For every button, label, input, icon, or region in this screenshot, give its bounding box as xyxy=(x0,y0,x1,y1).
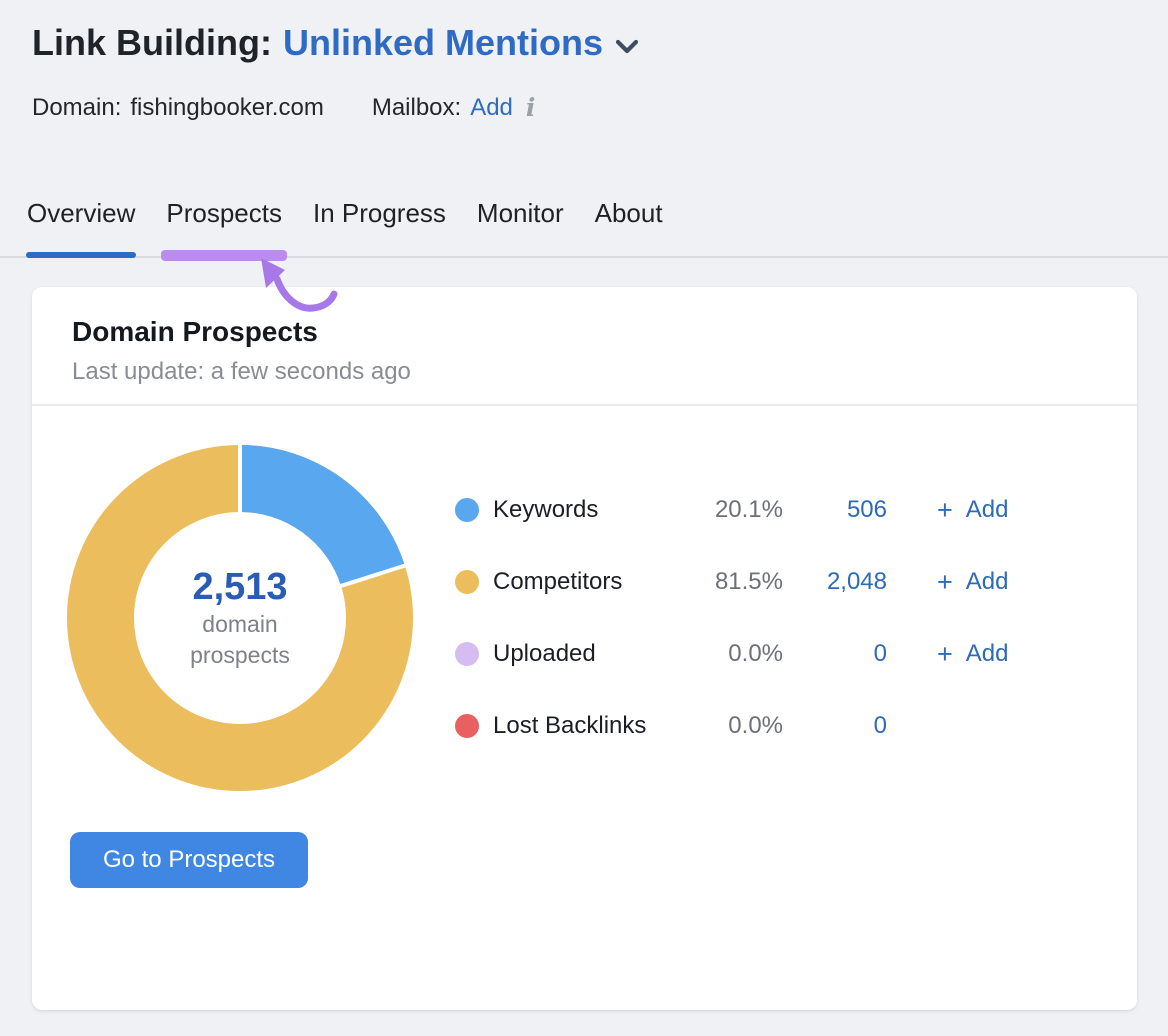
info-icon[interactable]: i xyxy=(526,92,536,124)
legend-label: Keywords xyxy=(493,496,598,524)
report-type-dropdown[interactable]: Unlinked Mentions xyxy=(283,20,639,66)
tab-monitor[interactable]: Monitor xyxy=(477,197,564,261)
card-title: Domain Prospects xyxy=(72,315,1097,349)
add-uploaded-button[interactable]: + Add xyxy=(887,640,1047,668)
lost-backlinks-dot-icon xyxy=(455,714,479,738)
tab-active-underline xyxy=(26,252,136,258)
legend-row-uploaded: Uploaded 0.0% 0 + Add xyxy=(455,638,1047,670)
page-title: Link Building: Unlinked Mentions xyxy=(32,20,639,66)
competitors-count-link[interactable]: 2,048 xyxy=(783,568,887,596)
chart-legend: Keywords 20.1% 506 + Add Competitors 81.… xyxy=(455,494,1047,742)
keywords-dot-icon xyxy=(455,498,479,522)
uploaded-dot-icon xyxy=(455,642,479,666)
go-to-prospects-button[interactable]: Go to Prospects xyxy=(70,832,308,888)
tab-in-progress-label: In Progress xyxy=(313,198,446,228)
domain-label: Domain: xyxy=(32,92,121,124)
domain-prospects-donut-chart[interactable]: 2,513 domain prospects xyxy=(67,445,413,791)
competitors-dot-icon xyxy=(455,570,479,594)
annotation-arrow-icon xyxy=(252,257,348,317)
tab-bar: Overview Prospects In Progress Monitor A… xyxy=(27,197,663,261)
mailbox-info: Mailbox: Add i xyxy=(372,92,536,124)
page-title-prefix: Link Building: xyxy=(32,20,272,66)
uploaded-count-link[interactable]: 0 xyxy=(783,640,887,668)
plus-icon: + xyxy=(937,641,953,667)
legend-name-cell: Keywords xyxy=(455,496,693,524)
tab-monitor-label: Monitor xyxy=(477,198,564,228)
legend-row-keywords: Keywords 20.1% 506 + Add xyxy=(455,494,1047,526)
tab-prospects[interactable]: Prospects xyxy=(166,197,282,261)
domain-prospects-card: Domain Prospects Last update: a few seco… xyxy=(32,287,1137,1010)
legend-name-cell: Uploaded xyxy=(455,640,693,668)
card-body: 2,513 domain prospects Keywords 20.1% 50… xyxy=(32,406,1137,1010)
donut-svg[interactable] xyxy=(67,445,413,791)
mailbox-add-link[interactable]: Add xyxy=(470,92,513,124)
add-label: Add xyxy=(966,496,1009,524)
tab-about[interactable]: About xyxy=(595,197,663,261)
lost-backlinks-count-link[interactable]: 0 xyxy=(783,712,887,740)
tab-prospects-label: Prospects xyxy=(166,198,282,228)
tab-overview-label: Overview xyxy=(27,198,135,228)
add-label: Add xyxy=(966,568,1009,596)
plus-icon: + xyxy=(937,569,953,595)
add-competitors-button[interactable]: + Add xyxy=(887,568,1047,596)
keywords-percent: 20.1% xyxy=(693,496,783,524)
report-meta: Domain: fishingbooker.com Mailbox: Add i xyxy=(32,92,535,124)
tab-overview[interactable]: Overview xyxy=(27,197,135,261)
legend-name-cell: Lost Backlinks xyxy=(455,712,693,740)
chevron-down-icon[interactable] xyxy=(615,39,639,54)
domain-info: Domain: fishingbooker.com xyxy=(32,92,324,124)
report-type-selected[interactable]: Unlinked Mentions xyxy=(283,20,603,66)
competitors-percent: 81.5% xyxy=(693,568,783,596)
lost-backlinks-percent: 0.0% xyxy=(693,712,783,740)
tab-in-progress[interactable]: In Progress xyxy=(313,197,446,261)
tab-about-label: About xyxy=(595,198,663,228)
last-update-text: Last update: a few seconds ago xyxy=(72,357,1097,387)
legend-label: Uploaded xyxy=(493,640,596,668)
link-building-page: Link Building: Unlinked Mentions Domain:… xyxy=(0,0,1168,1036)
legend-row-lost-backlinks: Lost Backlinks 0.0% 0 xyxy=(455,710,1047,742)
mailbox-label: Mailbox: xyxy=(372,92,461,124)
plus-icon: + xyxy=(937,497,953,523)
legend-name-cell: Competitors xyxy=(455,568,693,596)
legend-label: Competitors xyxy=(493,568,622,596)
legend-row-competitors: Competitors 81.5% 2,048 + Add xyxy=(455,566,1047,598)
add-keywords-button[interactable]: + Add xyxy=(887,496,1047,524)
domain-value: fishingbooker.com xyxy=(130,92,323,124)
card-header: Domain Prospects Last update: a few seco… xyxy=(32,287,1137,404)
legend-label: Lost Backlinks xyxy=(493,712,646,740)
add-label: Add xyxy=(966,640,1009,668)
keywords-count-link[interactable]: 506 xyxy=(783,496,887,524)
uploaded-percent: 0.0% xyxy=(693,640,783,668)
